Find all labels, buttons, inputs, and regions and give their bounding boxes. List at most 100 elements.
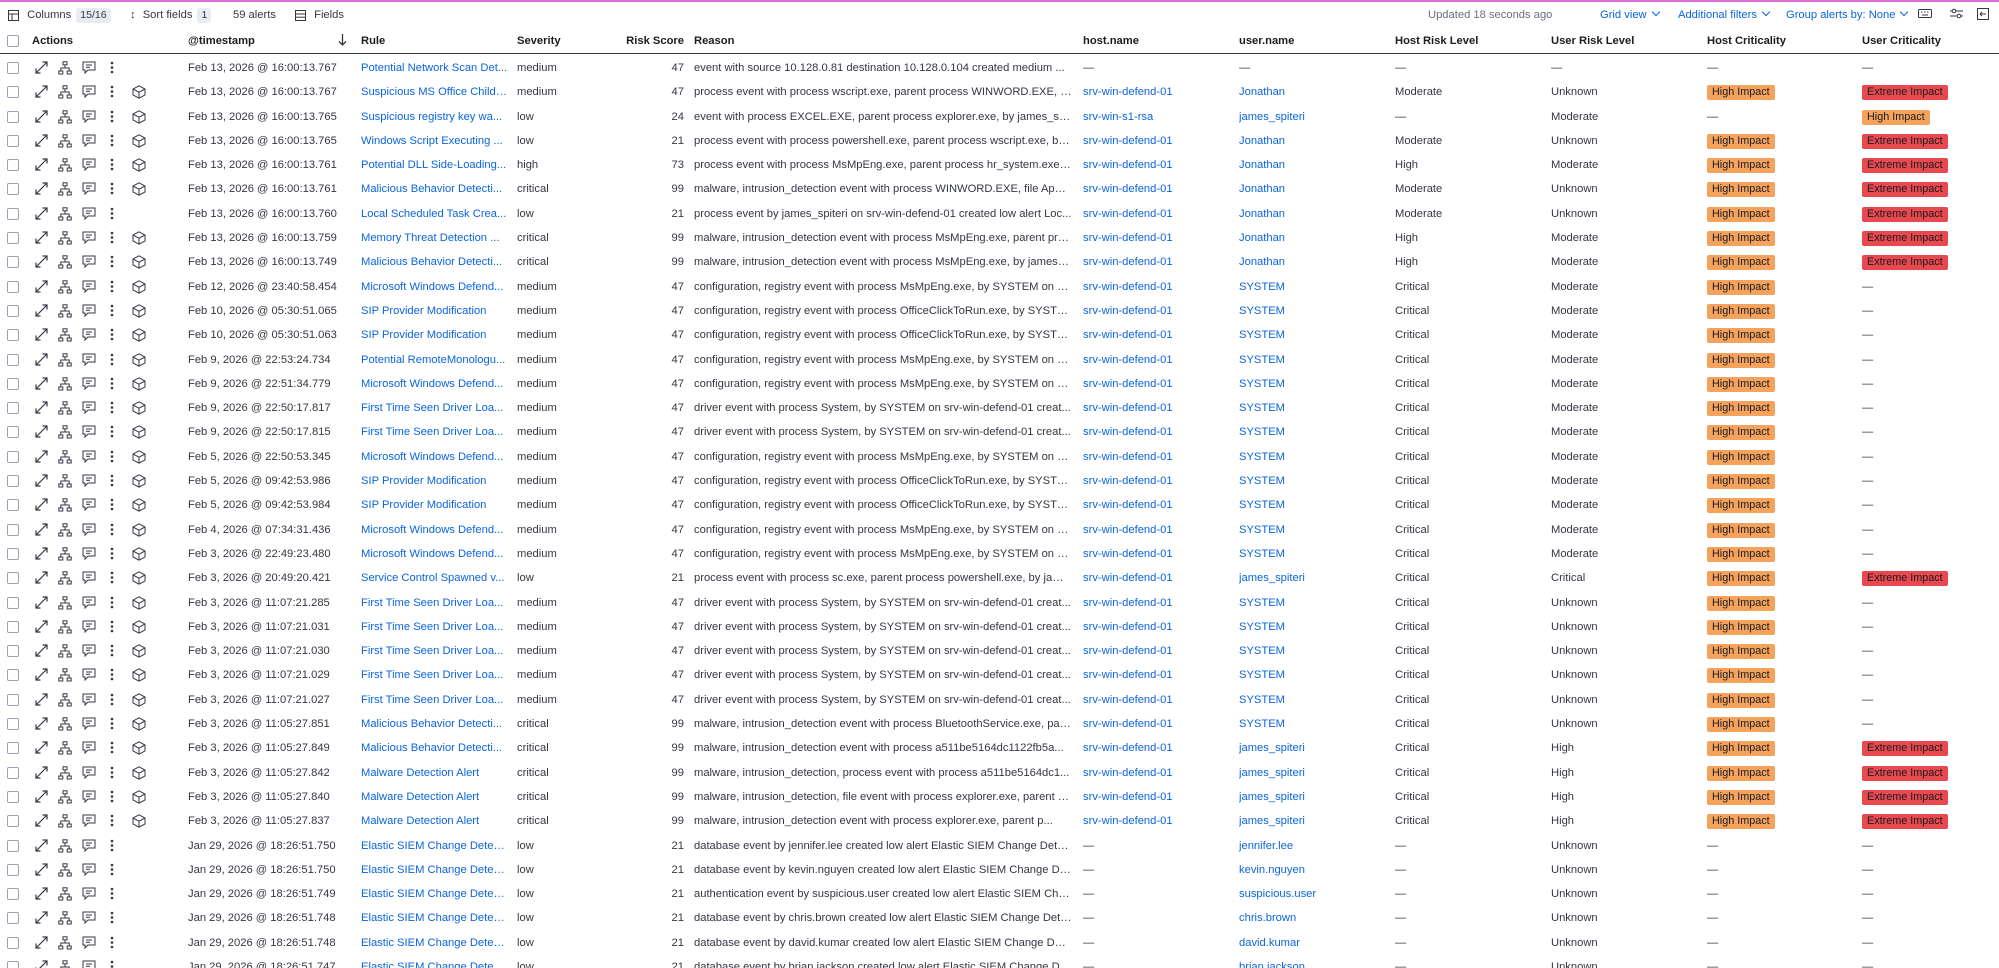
analyze-event-icon[interactable] (58, 255, 72, 269)
expand-icon[interactable] (35, 109, 49, 124)
more-actions-icon[interactable] (110, 620, 124, 634)
analyze-event-icon[interactable] (58, 790, 72, 804)
row-checkbox[interactable] (7, 159, 19, 172)
expand-icon[interactable] (35, 911, 49, 925)
analyze-event-icon[interactable] (58, 717, 72, 731)
add-note-icon[interactable] (82, 231, 96, 245)
user-name-cell[interactable]: Jonathan (1239, 84, 1389, 100)
select-all-checkbox[interactable] (7, 35, 19, 47)
more-actions-icon[interactable] (110, 231, 124, 245)
rule-link[interactable]: Microsoft Windows Defend... (361, 376, 508, 392)
more-actions-icon[interactable] (110, 596, 124, 610)
add-note-icon[interactable] (82, 717, 96, 731)
host-name-cell[interactable]: — (1083, 838, 1233, 854)
host-name-cell[interactable]: srv-win-defend-01 (1083, 692, 1233, 708)
analyze-event-icon[interactable] (58, 522, 72, 537)
expand-icon[interactable] (35, 231, 49, 245)
analyze-event-icon[interactable] (58, 109, 72, 124)
rule-link[interactable]: First Time Seen Driver Loa... (361, 400, 508, 416)
rule-link[interactable]: Windows Script Executing ... (361, 133, 508, 149)
row-checkbox[interactable] (7, 839, 19, 852)
add-note-icon[interactable] (82, 328, 96, 342)
rule-link[interactable]: Elastic SIEM Change Detec... (361, 838, 508, 854)
add-note-icon[interactable] (82, 353, 96, 367)
analyze-event-icon[interactable] (58, 474, 72, 488)
column-header-severity[interactable]: Severity (517, 34, 561, 48)
row-checkbox[interactable] (7, 426, 19, 439)
user-name-cell[interactable]: Jonathan (1239, 181, 1389, 197)
row-checkbox[interactable] (7, 499, 19, 512)
user-name-cell[interactable]: david.kumar (1239, 935, 1389, 951)
row-checkbox[interactable] (7, 912, 19, 925)
more-actions-icon[interactable] (110, 255, 124, 269)
rule-link[interactable]: Microsoft Windows Defend... (361, 279, 508, 295)
session-view-icon[interactable] (132, 279, 146, 294)
host-name-cell[interactable]: — (1083, 886, 1233, 902)
user-name-cell[interactable]: SYSTEM (1239, 522, 1389, 538)
host-name-cell[interactable]: srv-win-defend-01 (1083, 230, 1233, 246)
expand-icon[interactable] (35, 790, 49, 804)
rule-link[interactable]: First Time Seen Driver Loa... (361, 424, 508, 440)
row-checkbox[interactable] (7, 693, 19, 706)
more-actions-icon[interactable] (110, 766, 124, 780)
expand-icon[interactable] (35, 182, 49, 196)
host-name-cell[interactable]: srv-win-defend-01 (1083, 84, 1233, 100)
add-note-icon[interactable] (82, 814, 96, 828)
expand-icon[interactable] (35, 61, 49, 75)
add-note-icon[interactable] (82, 741, 96, 755)
host-name-cell[interactable]: srv-win-defend-01 (1083, 522, 1233, 538)
add-note-icon[interactable] (82, 207, 96, 221)
rule-link[interactable]: Malicious Behavior Detecti... (361, 716, 508, 732)
session-view-icon[interactable] (132, 328, 146, 343)
analyze-event-icon[interactable] (58, 668, 72, 682)
more-actions-icon[interactable] (110, 498, 124, 512)
row-checkbox[interactable] (7, 256, 19, 269)
host-name-cell[interactable]: srv-win-defend-01 (1083, 716, 1233, 732)
row-checkbox[interactable] (7, 742, 19, 755)
add-note-icon[interactable] (82, 134, 96, 148)
analyze-event-icon[interactable] (58, 547, 72, 561)
host-name-cell[interactable]: srv-win-defend-01 (1083, 765, 1233, 781)
column-header-risk-score[interactable]: Risk Score (600, 34, 684, 48)
more-actions-icon[interactable] (110, 863, 124, 877)
row-checkbox[interactable] (7, 523, 19, 536)
row-checkbox[interactable] (7, 863, 19, 876)
user-name-cell[interactable]: jennifer.lee (1239, 838, 1389, 854)
analyze-event-icon[interactable] (58, 377, 72, 391)
row-checkbox[interactable] (7, 329, 19, 342)
fields-button[interactable]: Fields (295, 8, 344, 23)
add-note-icon[interactable] (82, 887, 96, 901)
add-note-icon[interactable] (82, 547, 96, 561)
row-checkbox[interactable] (7, 110, 19, 123)
more-actions-icon[interactable] (110, 182, 124, 196)
add-note-icon[interactable] (82, 61, 96, 75)
analyze-event-icon[interactable] (58, 231, 72, 245)
column-header-timestamp[interactable]: @timestamp (188, 34, 255, 48)
add-note-icon[interactable] (82, 571, 96, 585)
analyze-event-icon[interactable] (58, 887, 72, 901)
expand-icon[interactable] (35, 766, 49, 780)
session-view-icon[interactable] (132, 85, 146, 100)
user-name-cell[interactable]: james_spiteri (1239, 109, 1389, 125)
user-name-cell[interactable]: SYSTEM (1239, 279, 1389, 295)
host-name-cell[interactable]: srv-win-defend-01 (1083, 667, 1233, 683)
expand-icon[interactable] (35, 863, 49, 877)
rule-link[interactable]: First Time Seen Driver Loa... (361, 667, 508, 683)
expand-icon[interactable] (35, 571, 49, 585)
host-name-cell[interactable]: srv-win-defend-01 (1083, 206, 1233, 222)
row-checkbox[interactable] (7, 960, 19, 968)
user-name-cell[interactable]: SYSTEM (1239, 667, 1389, 683)
analyze-event-icon[interactable] (58, 328, 72, 342)
session-view-icon[interactable] (132, 425, 146, 440)
host-name-cell[interactable]: srv-win-defend-01 (1083, 400, 1233, 416)
more-actions-icon[interactable] (110, 644, 124, 658)
column-header-reason[interactable]: Reason (694, 34, 734, 48)
add-note-icon[interactable] (82, 474, 96, 488)
more-actions-icon[interactable] (110, 936, 124, 950)
user-name-cell[interactable]: kevin.nguyen (1239, 862, 1389, 878)
row-checkbox[interactable] (7, 450, 19, 463)
session-view-icon[interactable] (132, 692, 146, 707)
row-checkbox[interactable] (7, 790, 19, 803)
user-name-cell[interactable]: Jonathan (1239, 230, 1389, 246)
row-checkbox[interactable] (7, 207, 19, 220)
